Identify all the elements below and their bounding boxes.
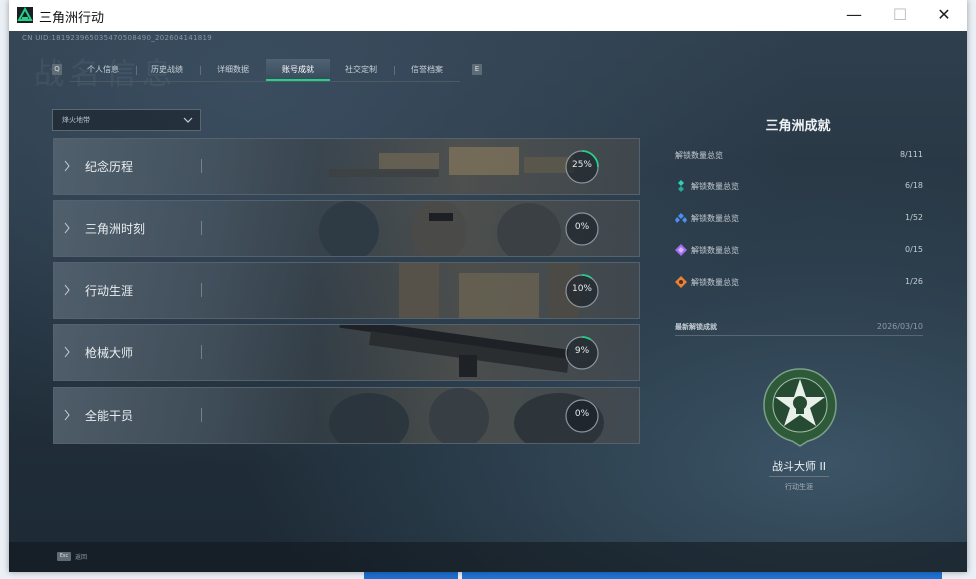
latest-unlock-date: 2026/03/10	[876, 322, 923, 331]
tab-divider	[200, 66, 201, 75]
window-title: 三角洲行动	[39, 11, 105, 26]
back-label[interactable]: 返回	[75, 552, 87, 561]
category-name: 三角洲时刻	[85, 222, 146, 236]
tab-social[interactable]: 社交定制	[332, 59, 390, 81]
category-percent: 10%	[571, 284, 592, 294]
chevron-right-icon	[64, 409, 70, 421]
game-panel: 战名信息 CN UID:181923965035470508490_202604…	[9, 31, 967, 572]
tab-details[interactable]: 详细数据	[202, 59, 264, 81]
unlock-tier-row: 解锁数量总览 6/18	[675, 180, 923, 194]
window-titlebar: 三角洲行动 — ☐ ✕	[9, 0, 967, 31]
minimize-button[interactable]: —	[831, 0, 877, 31]
unlock-total-row: 解锁数量总览 8/111	[675, 149, 923, 163]
unlock-tier-row: 解锁数量总览 1/52	[675, 212, 923, 226]
tab-divider	[394, 66, 395, 75]
category-percent: 0%	[574, 409, 590, 419]
latest-unlock-label: 最新解锁成就	[675, 323, 717, 331]
category-row-delta-moments[interactable]: 三角洲时刻 0%	[53, 200, 640, 257]
stat-label: 解锁数量总览	[691, 214, 739, 223]
category-row-operations-career[interactable]: 行动生涯 10%	[53, 262, 640, 319]
stat-value: 6/18	[905, 181, 923, 190]
chevron-right-icon	[64, 222, 70, 234]
stat-value: 1/26	[905, 277, 923, 286]
stat-label: 解锁数量总览	[675, 151, 723, 160]
chevron-right-icon	[64, 346, 70, 358]
tab-prev-key[interactable]: Q	[52, 64, 62, 75]
footer-bar: Esc 返回	[9, 542, 967, 572]
tab-achievements[interactable]: 账号成就	[266, 59, 330, 81]
teal-rank-icon	[678, 180, 684, 192]
category-divider	[201, 283, 202, 297]
category-percent: 9%	[574, 346, 590, 356]
close-button[interactable]: ✕	[921, 0, 967, 31]
star-skull-badge-icon[interactable]	[762, 367, 838, 447]
stat-label: 解锁数量总览	[691, 182, 739, 191]
category-percent: 0%	[574, 222, 590, 232]
unlock-tier-row: 解锁数量总览 1/26	[675, 276, 923, 290]
player-uid: CN UID:181923965035470508490_20260414181…	[22, 34, 213, 42]
purple-rank-icon	[675, 244, 687, 256]
category-name: 行动生涯	[85, 284, 134, 298]
category-row-all-round-operator[interactable]: 全能干员 0%	[53, 387, 640, 444]
orange-rank-icon	[675, 276, 687, 288]
stat-label: 解锁数量总览	[691, 278, 739, 287]
category-row-memorial[interactable]: 纪念历程 25%	[53, 138, 640, 195]
app-window: 三角洲行动 — ☐ ✕ 战名信息 CN UID:1819239650354705…	[9, 0, 967, 572]
mode-filter-value: 烽火地带	[62, 116, 90, 124]
chevron-down-icon	[183, 117, 193, 123]
category-divider	[201, 345, 202, 359]
achievements-title: 三角洲成就	[765, 119, 831, 134]
tab-divider	[136, 66, 137, 75]
category-name: 枪械大师	[85, 346, 134, 360]
category-percent: 25%	[571, 160, 592, 170]
unlock-tier-row: 解锁数量总览 0/15	[675, 244, 923, 258]
category-divider	[201, 221, 202, 235]
tab-credit[interactable]: 信誉档案	[396, 59, 458, 81]
category-divider	[201, 408, 202, 422]
category-row-weapon-master[interactable]: 枪械大师 9%	[53, 324, 640, 381]
category-name: 全能干员	[85, 409, 134, 423]
latest-badge-category: 行动生涯	[785, 483, 813, 491]
chevron-right-icon	[64, 284, 70, 296]
blue-rank-icon	[675, 213, 687, 223]
stat-value: 0/15	[905, 245, 923, 254]
badge-divider	[769, 476, 829, 477]
latest-badge-name: 战斗大师 II	[772, 460, 826, 473]
chevron-right-icon	[64, 160, 70, 172]
stat-value: 8/111	[899, 150, 923, 159]
tab-profile[interactable]: 个人信息	[74, 59, 132, 81]
category-name: 纪念历程	[85, 160, 134, 174]
maximize-button[interactable]: ☐	[877, 0, 923, 31]
tab-next-key[interactable]: E	[472, 64, 482, 75]
delta-force-logo-icon	[17, 7, 33, 23]
stat-value: 1/52	[905, 213, 923, 222]
stat-label: 解锁数量总览	[691, 246, 739, 255]
tab-underline	[70, 81, 460, 82]
tab-history[interactable]: 历史战绩	[138, 59, 196, 81]
mode-filter-dropdown[interactable]: 烽火地带	[52, 109, 201, 131]
esc-key-hint[interactable]: Esc	[57, 552, 71, 561]
latest-divider	[675, 335, 923, 336]
category-divider	[201, 159, 202, 173]
